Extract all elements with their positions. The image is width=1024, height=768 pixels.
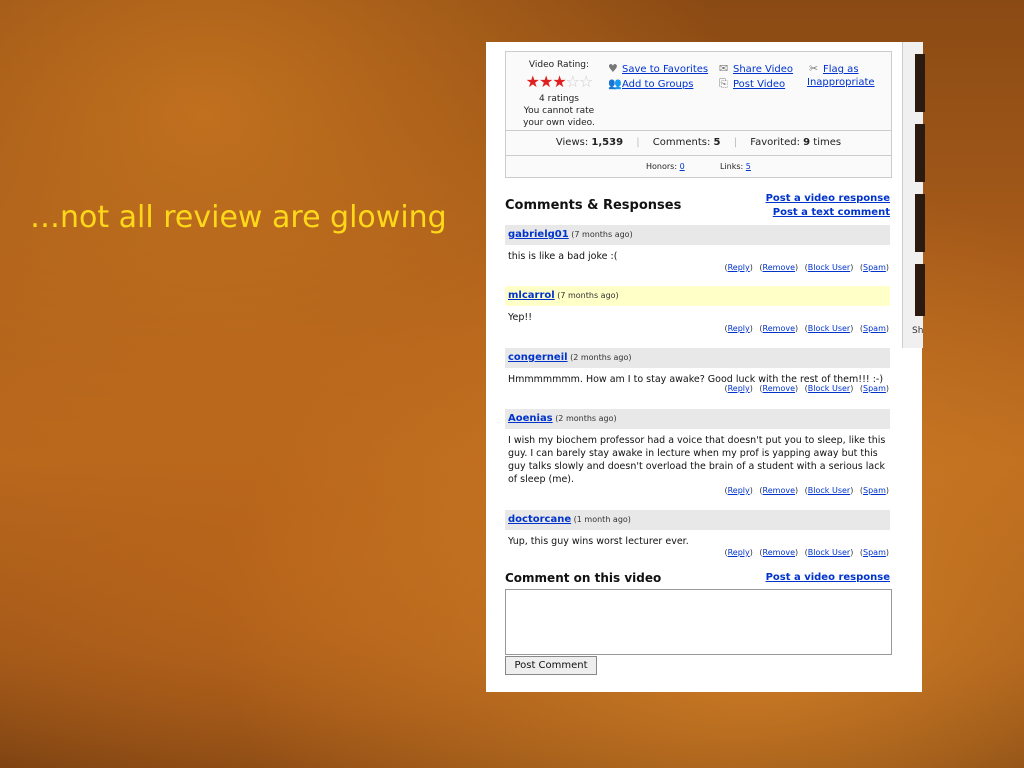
spam-link[interactable]: Spam (863, 263, 886, 272)
reply-link[interactable]: Reply (728, 263, 750, 272)
video-stats-secondary: Honors: 0 Links: 5 (506, 155, 891, 178)
reply-link[interactable]: Reply (728, 324, 750, 333)
comments-post-links: Post a video response Post a text commen… (766, 192, 890, 220)
comment-user-link[interactable]: mlcarrol (508, 290, 555, 301)
comment-actions: (Reply) (Remove) (Block User) (Spam) (724, 486, 889, 495)
video-stats: Views: 1,539 | Comments: 5 | Favorited: … (506, 130, 891, 155)
post-video-link[interactable]: ⎘ Post Video (719, 77, 785, 91)
honors-link[interactable]: 0 (680, 162, 685, 171)
related-label: Sh (912, 326, 924, 336)
comment-item: doctorcane (1 month ago) Yup, this guy w… (505, 510, 890, 557)
comment-textarea[interactable] (505, 589, 892, 655)
comment-form-title: Comment on this video (505, 571, 662, 585)
comment-actions: (Reply) (Remove) (Block User) (Spam) (724, 324, 889, 333)
rating-note: You cannot rate your own video. (523, 106, 595, 128)
star-empty-icon: ☆ (579, 72, 593, 91)
comment-user-link[interactable]: congerneil (508, 352, 568, 363)
reply-link[interactable]: Reply (728, 384, 750, 393)
remove-link[interactable]: Remove (763, 263, 795, 272)
flag-link[interactable]: ✂ Flag as (809, 62, 859, 75)
block-user-link[interactable]: Block User (808, 324, 850, 333)
comment-user-link[interactable]: doctorcane (508, 514, 571, 525)
comment-actions: (Reply) (Remove) (Block User) (Spam) (724, 263, 889, 272)
comment-header: gabrielg01 (7 months ago) (505, 225, 890, 245)
comment-time: (7 months ago) (557, 291, 619, 300)
reply-link[interactable]: Reply (728, 548, 750, 557)
inappropriate-link[interactable]: Inappropriate (807, 77, 875, 88)
comment-user-link[interactable]: gabrielg01 (508, 229, 569, 240)
comment-time: (1 month ago) (573, 515, 631, 524)
post-icon: ⎘ (719, 77, 728, 90)
group-icon: 👥 (608, 77, 622, 90)
star-icon: ★ (525, 72, 540, 91)
spam-link[interactable]: Spam (863, 548, 886, 557)
remove-link[interactable]: Remove (763, 384, 795, 393)
heart-icon: ♥ (608, 62, 618, 75)
envelope-icon: ✉ (719, 62, 729, 75)
comment-header: Aoenias (2 months ago) (505, 409, 890, 429)
block-user-link[interactable]: Block User (808, 384, 850, 393)
ratings-count: 4 ratings (539, 94, 579, 104)
remove-link[interactable]: Remove (763, 486, 795, 495)
post-comment-button[interactable]: Post Comment (505, 656, 597, 675)
reply-link[interactable]: Reply (728, 486, 750, 495)
comment-text: I wish my biochem professor had a voice … (508, 435, 886, 485)
post-video-response-link[interactable]: Post a video response (766, 192, 890, 206)
block-user-link[interactable]: Block User (808, 263, 850, 272)
related-thumbnail[interactable] (915, 124, 925, 182)
remove-link[interactable]: Remove (763, 324, 795, 333)
video-info-box: Video Rating: ★★★☆☆ 4 ratings You cannot… (505, 51, 892, 178)
block-user-link[interactable]: Block User (808, 548, 850, 557)
comment-text: Yup, this guy wins worst lecturer ever. (508, 536, 689, 547)
star-icon: ★ (552, 72, 566, 91)
save-favorites-link[interactable]: ♥ Save to Favorites (608, 62, 708, 75)
related-thumbnail[interactable] (915, 264, 925, 316)
block-user-link[interactable]: Block User (808, 486, 850, 495)
comment-time: (2 months ago) (570, 353, 632, 362)
comment-item: congerneil (2 months ago) Hmmmmmmm. How … (505, 348, 890, 393)
spam-link[interactable]: Spam (863, 486, 886, 495)
share-video-link[interactable]: ✉ Share Video (719, 62, 793, 75)
comment-text: this is like a bad joke :( (508, 251, 618, 262)
comment-header: congerneil (2 months ago) (505, 348, 890, 368)
video-rating: Video Rating: ★★★☆☆ 4 ratings You cannot… (513, 59, 605, 129)
flag-icon: ✂ (809, 62, 819, 75)
comment-actions: (Reply) (Remove) (Block User) (Spam) (724, 548, 889, 557)
add-groups-link[interactable]: 👥Add to Groups (608, 77, 693, 90)
comment-user-link[interactable]: Aoenias (508, 413, 553, 424)
favorited-count: 9 (803, 137, 811, 148)
comment-header: mlcarrol (7 months ago) (505, 286, 890, 306)
comments-title: Comments & Responses (505, 198, 682, 213)
comment-time: (2 months ago) (555, 414, 617, 423)
rating-stars: ★★★☆☆ (513, 73, 605, 91)
related-thumbnail[interactable] (915, 54, 925, 112)
post-text-comment-link[interactable]: Post a text comment (766, 206, 890, 220)
rating-label: Video Rating: (528, 60, 590, 70)
form-post-video-response-link[interactable]: Post a video response (766, 572, 890, 583)
star-icon: ★ (538, 72, 553, 91)
comment-item: gabrielg01 (7 months ago) this is like a… (505, 225, 890, 272)
star-empty-icon: ☆ (565, 72, 580, 91)
comment-form-links: Post a video response (766, 572, 890, 583)
slide-caption: …not all review are glowing (30, 200, 447, 235)
views-count: 1,539 (591, 137, 624, 148)
comment-item: mlcarrol (7 months ago) Yep!! (Reply) (R… (505, 286, 890, 333)
spam-link[interactable]: Spam (863, 384, 886, 393)
comment-text: Yep!! (508, 312, 533, 323)
comment-header: doctorcane (1 month ago) (505, 510, 890, 530)
related-videos-strip: Sh (902, 42, 925, 348)
spam-link[interactable]: Spam (863, 324, 886, 333)
comments-count: 5 (713, 137, 721, 148)
comment-time: (7 months ago) (571, 230, 633, 239)
links-link[interactable]: 5 (746, 162, 751, 171)
related-thumbnail[interactable] (915, 194, 925, 252)
comment-item: Aoenias (2 months ago) I wish my biochem… (505, 409, 890, 495)
remove-link[interactable]: Remove (763, 548, 795, 557)
